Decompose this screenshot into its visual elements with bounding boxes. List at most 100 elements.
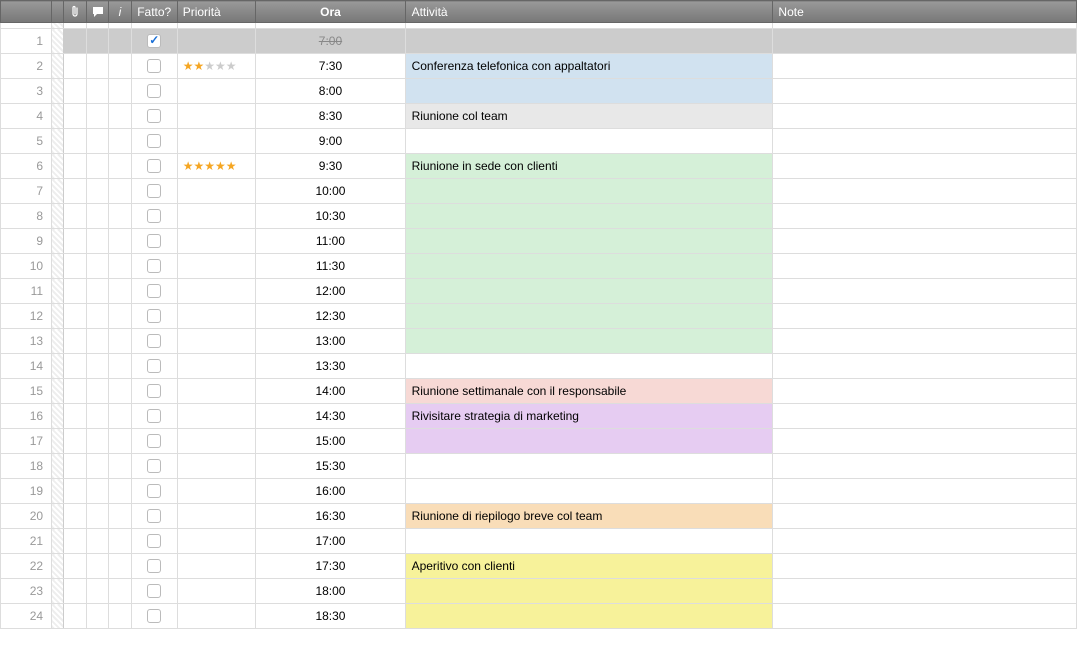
time-cell[interactable]: 16:00 — [256, 479, 405, 504]
comment-cell[interactable] — [86, 354, 108, 379]
activity-cell[interactable] — [405, 79, 773, 104]
time-cell[interactable]: 11:00 — [256, 229, 405, 254]
comment-cell[interactable] — [86, 454, 108, 479]
row-number[interactable]: 6 — [1, 154, 52, 179]
header-priority[interactable]: Priorità — [177, 1, 256, 23]
row-drag-handle[interactable] — [52, 304, 64, 329]
attachment-cell[interactable] — [64, 154, 86, 179]
done-cell[interactable] — [131, 129, 177, 154]
row-number[interactable]: 18 — [1, 454, 52, 479]
info-cell[interactable] — [109, 229, 131, 254]
row-number[interactable]: 10 — [1, 254, 52, 279]
done-checkbox[interactable] — [147, 434, 161, 448]
comment-cell[interactable] — [86, 304, 108, 329]
done-checkbox[interactable] — [147, 584, 161, 598]
activity-cell[interactable]: Rivisitare strategia di marketing — [405, 404, 773, 429]
attachment-cell[interactable] — [64, 304, 86, 329]
activity-cell[interactable] — [405, 179, 773, 204]
row-number[interactable]: 5 — [1, 129, 52, 154]
done-cell[interactable] — [131, 429, 177, 454]
comment-cell[interactable] — [86, 154, 108, 179]
time-cell[interactable]: 17:00 — [256, 529, 405, 554]
priority-cell[interactable] — [177, 79, 256, 104]
header-info[interactable]: i — [109, 1, 131, 23]
row-drag-handle[interactable] — [52, 54, 64, 79]
row-drag-handle[interactable] — [52, 504, 64, 529]
done-checkbox[interactable] — [147, 184, 161, 198]
activity-cell[interactable]: Riunione di riepilogo breve col team — [405, 504, 773, 529]
done-checkbox[interactable] — [147, 409, 161, 423]
priority-cell[interactable] — [177, 279, 256, 304]
time-cell[interactable]: 18:00 — [256, 579, 405, 604]
done-checkbox[interactable] — [147, 209, 161, 223]
done-cell[interactable] — [131, 604, 177, 629]
time-cell[interactable]: 12:30 — [256, 304, 405, 329]
done-checkbox[interactable] — [147, 484, 161, 498]
activity-cell[interactable] — [405, 604, 773, 629]
info-cell[interactable] — [109, 154, 131, 179]
priority-cell[interactable] — [177, 204, 256, 229]
activity-cell[interactable] — [405, 479, 773, 504]
attachment-cell[interactable] — [64, 104, 86, 129]
row-drag-handle[interactable] — [52, 554, 64, 579]
row-number[interactable]: 2 — [1, 54, 52, 79]
comment-cell[interactable] — [86, 504, 108, 529]
row-drag-handle[interactable] — [52, 204, 64, 229]
done-checkbox[interactable] — [147, 234, 161, 248]
row-number[interactable]: 8 — [1, 204, 52, 229]
note-cell[interactable] — [773, 604, 1077, 629]
done-checkbox[interactable] — [147, 134, 161, 148]
done-cell[interactable] — [131, 354, 177, 379]
done-checkbox[interactable] — [147, 159, 161, 173]
time-cell[interactable]: 12:00 — [256, 279, 405, 304]
done-checkbox[interactable] — [147, 609, 161, 623]
row-number[interactable]: 14 — [1, 354, 52, 379]
note-cell[interactable] — [773, 279, 1077, 304]
activity-cell[interactable] — [405, 229, 773, 254]
activity-cell[interactable] — [405, 454, 773, 479]
attachment-cell[interactable] — [64, 404, 86, 429]
row-number[interactable]: 13 — [1, 329, 52, 354]
row-number[interactable]: 1 — [1, 29, 52, 54]
time-cell[interactable]: 13:30 — [256, 354, 405, 379]
attachment-cell[interactable] — [64, 79, 86, 104]
time-cell[interactable]: 13:00 — [256, 329, 405, 354]
priority-cell[interactable] — [177, 29, 256, 54]
header-done[interactable]: Fatto? — [131, 1, 177, 23]
note-cell[interactable] — [773, 354, 1077, 379]
done-checkbox[interactable] — [147, 84, 161, 98]
info-cell[interactable] — [109, 579, 131, 604]
done-checkbox[interactable] — [147, 259, 161, 273]
attachment-cell[interactable] — [64, 604, 86, 629]
priority-cell[interactable] — [177, 254, 256, 279]
info-cell[interactable] — [109, 29, 131, 54]
note-cell[interactable] — [773, 179, 1077, 204]
time-cell[interactable]: 10:30 — [256, 204, 405, 229]
attachment-cell[interactable] — [64, 429, 86, 454]
done-checkbox[interactable] — [147, 559, 161, 573]
done-checkbox[interactable] — [147, 359, 161, 373]
info-cell[interactable] — [109, 504, 131, 529]
row-drag-handle[interactable] — [52, 579, 64, 604]
activity-cell[interactable]: Aperitivo con clienti — [405, 554, 773, 579]
row-number[interactable]: 21 — [1, 529, 52, 554]
priority-cell[interactable]: ★★★★★ — [177, 54, 256, 79]
row-drag-handle[interactable] — [52, 129, 64, 154]
comment-cell[interactable] — [86, 104, 108, 129]
note-cell[interactable] — [773, 529, 1077, 554]
note-cell[interactable] — [773, 429, 1077, 454]
time-cell[interactable]: 11:30 — [256, 254, 405, 279]
comment-cell[interactable] — [86, 479, 108, 504]
note-cell[interactable] — [773, 329, 1077, 354]
note-cell[interactable] — [773, 254, 1077, 279]
done-checkbox[interactable] — [147, 384, 161, 398]
comment-cell[interactable] — [86, 179, 108, 204]
priority-cell[interactable] — [177, 404, 256, 429]
time-cell[interactable]: 8:30 — [256, 104, 405, 129]
note-cell[interactable] — [773, 454, 1077, 479]
note-cell[interactable] — [773, 229, 1077, 254]
time-cell[interactable]: 8:00 — [256, 79, 405, 104]
row-drag-handle[interactable] — [52, 604, 64, 629]
priority-cell[interactable] — [177, 429, 256, 454]
activity-cell[interactable]: Riunione in sede con clienti — [405, 154, 773, 179]
